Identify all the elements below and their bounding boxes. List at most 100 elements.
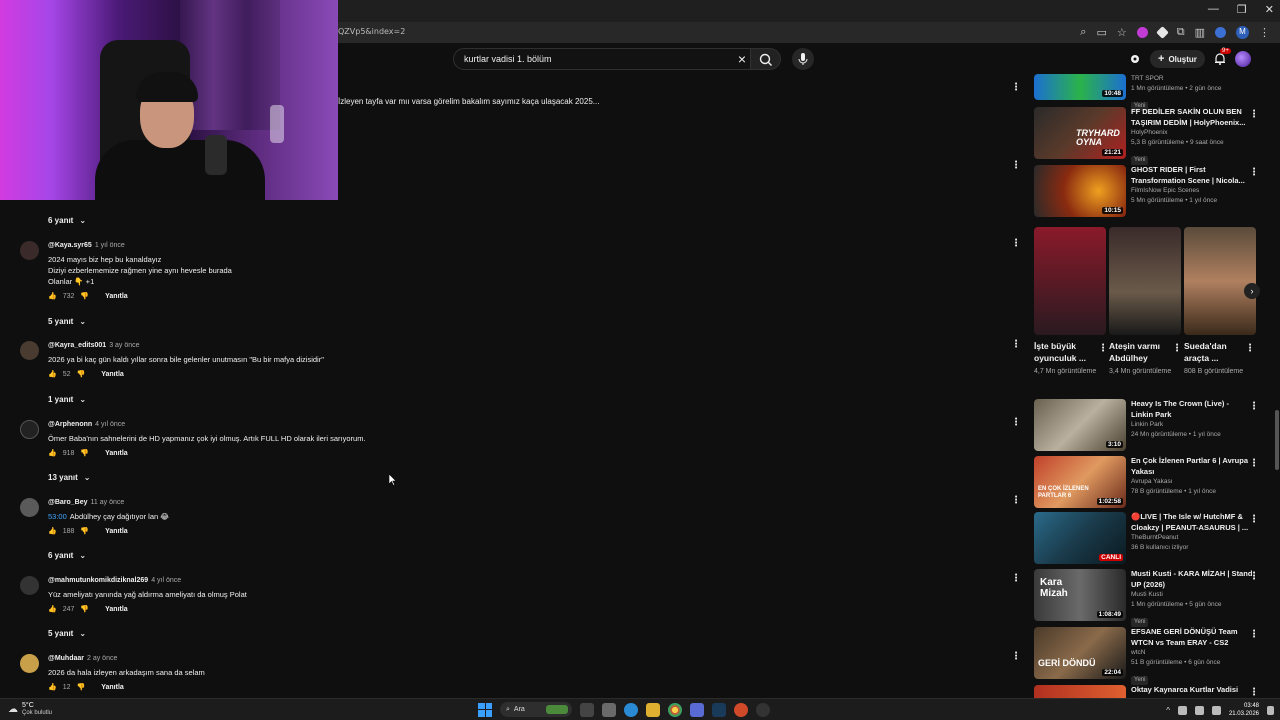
short-title[interactable]: Ateşin varmı Abdülhey xyxy=(1109,340,1169,364)
more-options-icon[interactable]: ⋮ xyxy=(1011,238,1021,249)
dislike-icon[interactable]: 👎 xyxy=(77,370,86,378)
extension-pink-icon[interactable] xyxy=(1136,27,1148,38)
edge-browser-icon[interactable] xyxy=(624,702,638,717)
file-explorer-icon[interactable] xyxy=(646,702,660,717)
chrome-icon[interactable] xyxy=(668,702,682,717)
like-icon[interactable]: 👍 xyxy=(48,292,57,300)
channel-name[interactable]: wtcN xyxy=(1131,648,1253,658)
channel-name[interactable]: TheBurntPeanut xyxy=(1131,533,1253,543)
voice-search-button[interactable] xyxy=(792,48,814,70)
commenter-avatar[interactable] xyxy=(20,498,39,517)
video-thumbnail[interactable]: Kara Mizah 1:08:49 xyxy=(1034,569,1126,621)
reply-button[interactable]: Yanıtla xyxy=(105,293,128,300)
recommended-video[interactable]: Kara Mizah 1:08:49 Musti Kusti - KARA Mİ… xyxy=(1034,569,1274,627)
recommended-video[interactable]: CANLI 🔴LIVE | The Isle w/ HutchMF & Cloa… xyxy=(1034,512,1274,568)
video-thumbnail[interactable]: 3:10 xyxy=(1034,399,1126,451)
more-options-icon[interactable]: ⋮ xyxy=(1011,417,1021,428)
short-menu-icon[interactable]: ⋮ xyxy=(1098,343,1108,354)
comment-username[interactable]: @Muhdaar xyxy=(48,655,84,662)
more-options-icon[interactable]: ⋮ xyxy=(1011,651,1021,662)
short-thumbnail[interactable] xyxy=(1109,227,1181,335)
tray-app-icon[interactable] xyxy=(1177,705,1187,715)
video-menu-icon[interactable]: ⋮ xyxy=(1249,458,1259,469)
volume-icon[interactable] xyxy=(1211,705,1221,715)
url-text[interactable]: QZVp5&index=2 xyxy=(338,27,405,36)
reply-button[interactable]: Yanıtla xyxy=(105,450,128,457)
replies-toggle[interactable]: 5 yanıt ⌄ xyxy=(48,317,86,326)
short-title[interactable]: Sueda'dan araçta ... xyxy=(1184,340,1244,364)
discord-icon[interactable] xyxy=(690,702,704,717)
studio-gear-icon[interactable] xyxy=(1128,52,1142,66)
commenter-avatar[interactable] xyxy=(20,420,39,439)
video-title[interactable]: Musti Kusti - KARA MİZAH | Stand UP (202… xyxy=(1131,569,1253,590)
comment-username[interactable]: @Arphenonn xyxy=(48,421,92,428)
video-title[interactable]: EFSANE GERİ DÖNÜŞÜ Team WTCN vs Team ERA… xyxy=(1131,627,1253,648)
windows-start-icon[interactable] xyxy=(478,702,492,717)
video-thumbnail[interactable]: EN ÇOK İZLENEN PARTLAR 6 1:02:58 xyxy=(1034,456,1126,508)
dislike-icon[interactable]: 👎 xyxy=(80,527,89,535)
clear-search-icon[interactable]: × xyxy=(738,51,746,67)
recommended-video[interactable]: TRYHARD OYNA 21:21 FF DEDİLER SAKİN OLUN… xyxy=(1034,107,1274,165)
comment-username[interactable]: @Baro_Bey xyxy=(48,499,88,506)
sidebar-icon[interactable]: ▥ xyxy=(1195,26,1205,39)
create-button[interactable]: + Oluştur xyxy=(1150,50,1205,68)
notifications-button[interactable]: 9+ xyxy=(1213,48,1231,66)
zoom-icon[interactable]: ⌕ xyxy=(1080,26,1086,39)
media-player-icon[interactable] xyxy=(756,702,770,717)
recommended-video[interactable]: 3:10 Heavy Is The Crown (Live) - Linkin … xyxy=(1034,399,1274,455)
page-scrollbar[interactable] xyxy=(1275,410,1279,470)
close-window-button[interactable]: ✕ xyxy=(1265,3,1274,16)
replies-toggle[interactable]: 6 yanıt ⌄ xyxy=(48,551,86,560)
recommended-video[interactable]: 10:15 GHOST RIDER | First Transformation… xyxy=(1034,165,1274,221)
dislike-icon[interactable]: 👎 xyxy=(80,292,89,300)
comment-username[interactable]: @Kaya.syr65 xyxy=(48,242,92,249)
video-title[interactable]: En Çok İzlenen Partlar 6 | Avrupa Yakası xyxy=(1131,456,1253,477)
cast-icon[interactable]: ▭ xyxy=(1096,26,1106,39)
video-thumbnail[interactable]: 10:48 xyxy=(1034,74,1126,100)
more-options-icon[interactable]: ⋮ xyxy=(1011,573,1021,584)
short-menu-icon[interactable]: ⋮ xyxy=(1172,343,1182,354)
commenter-avatar[interactable] xyxy=(20,654,39,673)
browser-menu-icon[interactable]: ⋮ xyxy=(1259,26,1270,39)
reply-button[interactable]: Yanıtla xyxy=(101,371,124,378)
extension-diamond-icon[interactable] xyxy=(1155,26,1169,39)
more-options-icon[interactable]: ⋮ xyxy=(1011,495,1021,506)
video-thumbnail[interactable] xyxy=(1034,685,1126,698)
more-options-icon[interactable]: ⋮ xyxy=(1011,160,1021,171)
account-avatar[interactable] xyxy=(1234,51,1251,67)
channel-name[interactable]: FilmIsNow Epic Scenes xyxy=(1131,186,1253,196)
short-title[interactable]: İşte büyük oyunculuk ... xyxy=(1034,340,1094,364)
taskbar-search[interactable]: ⌕ Ara xyxy=(500,702,572,717)
reply-button[interactable]: Yanıtla xyxy=(105,606,128,613)
steam-icon[interactable] xyxy=(712,702,726,717)
recommended-video[interactable]: Oktay Kaynarca Kurtlar Vadisi ⋮ xyxy=(1034,685,1274,698)
video-title[interactable]: GHOST RIDER | First Transformation Scene… xyxy=(1131,165,1253,186)
video-thumbnail[interactable]: TRYHARD OYNA 21:21 xyxy=(1034,107,1126,159)
comment-username[interactable]: @mahmutunkomikdiziknal269 xyxy=(48,577,148,584)
replies-toggle[interactable]: 13 yanıt ⌄ xyxy=(48,473,91,482)
like-icon[interactable]: 👍 xyxy=(48,370,57,378)
chevron-up-icon[interactable]: ^ xyxy=(1166,706,1170,715)
dislike-icon[interactable]: 👎 xyxy=(80,605,89,613)
recommended-video[interactable]: EN ÇOK İZLENEN PARTLAR 6 1:02:58 En Çok … xyxy=(1034,456,1274,512)
comment-time[interactable]: 2 ay önce xyxy=(87,655,117,662)
more-options-icon[interactable]: ⋮ xyxy=(1011,82,1021,93)
video-menu-icon[interactable]: ⋮ xyxy=(1249,167,1259,178)
search-button[interactable] xyxy=(751,48,781,70)
file-app-icon[interactable] xyxy=(602,702,616,717)
short-menu-icon[interactable]: ⋮ xyxy=(1245,343,1255,354)
commenter-avatar[interactable] xyxy=(20,576,39,595)
reply-button[interactable]: Yanıtla xyxy=(101,684,124,691)
video-thumbnail[interactable]: CANLI xyxy=(1034,512,1126,564)
notifications-tray-icon[interactable] xyxy=(1267,705,1274,715)
video-menu-icon[interactable]: ⋮ xyxy=(1249,687,1259,698)
short-thumbnail[interactable] xyxy=(1034,227,1106,335)
comment-time[interactable]: 1 yıl önce xyxy=(95,242,125,249)
comment-time[interactable]: 3 ay önce xyxy=(109,342,139,349)
task-view-icon[interactable] xyxy=(580,702,594,717)
video-title[interactable]: Heavy Is The Crown (Live) - Linkin Park xyxy=(1131,399,1253,420)
video-thumbnail[interactable]: 10:15 xyxy=(1034,165,1126,217)
maximize-button[interactable]: ❐ xyxy=(1237,3,1247,16)
minimize-button[interactable]: — xyxy=(1208,3,1219,16)
comment-time[interactable]: 4 yıl önce xyxy=(95,421,125,428)
